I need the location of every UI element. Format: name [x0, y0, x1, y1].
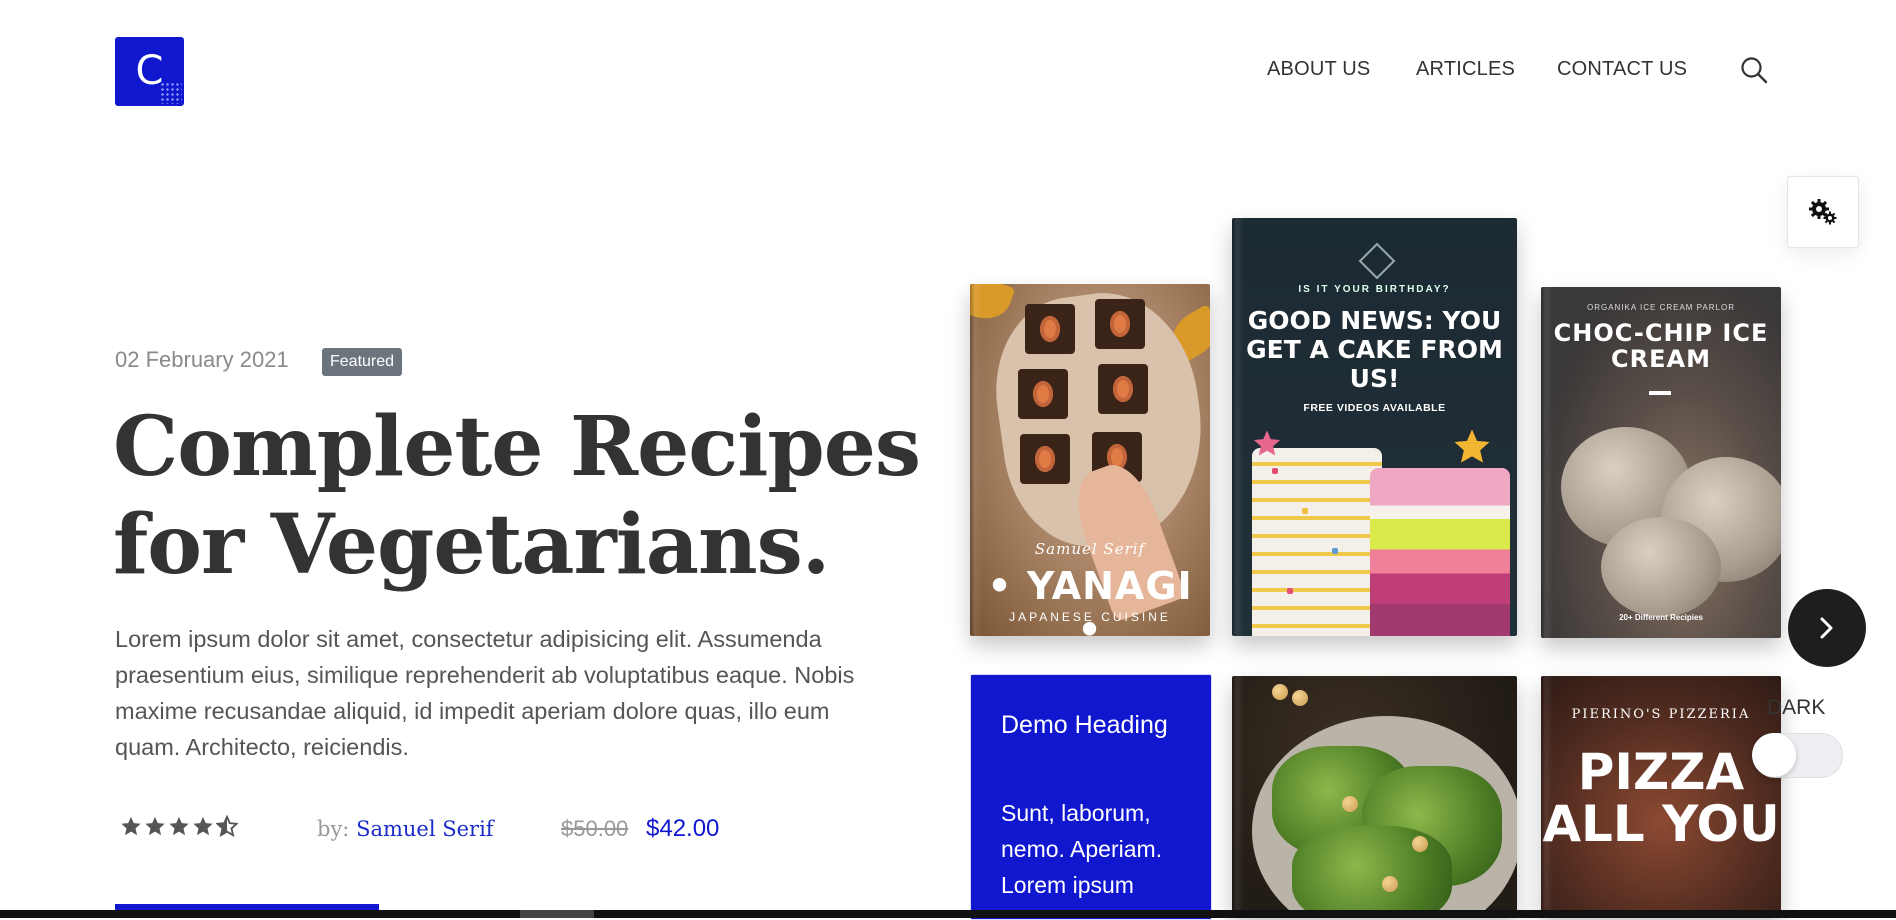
dark-mode-toggle[interactable]	[1752, 733, 1843, 778]
brownie-image	[1018, 369, 1068, 419]
book-kicker: PIERINO'S PIZZERIA	[1571, 707, 1751, 722]
star-half-icon	[216, 815, 238, 837]
star-decoration-icon	[1253, 430, 1281, 456]
title-divider	[1649, 391, 1671, 395]
old-price: $50.00	[561, 816, 629, 841]
book-kicker: ORGANIKA ICE CREAM PARLOR	[1587, 303, 1735, 312]
book-title-text: YANAGI	[1026, 564, 1193, 608]
brownie-image	[1020, 434, 1070, 484]
book-spine	[1232, 218, 1244, 636]
chevron-right-icon	[1820, 617, 1833, 639]
logo-dots	[160, 82, 182, 104]
sprinkle	[1302, 508, 1308, 514]
featured-badge: Featured	[322, 348, 403, 376]
brownie-image	[1095, 299, 1145, 349]
star-icon	[121, 816, 141, 836]
sprinkle	[1332, 548, 1338, 554]
book-footer: 20+ Different Recipies	[1619, 613, 1703, 622]
book-subtitle: FREE VIDEOS AVAILABLE	[1303, 402, 1446, 414]
demo-card[interactable]: Demo Heading Sunt, laborum, nemo. Aperia…	[970, 674, 1212, 920]
cake-image	[1252, 448, 1382, 636]
book-title: PIZZA ALL YOU	[1542, 743, 1780, 853]
book-title: • YANAGI •	[987, 564, 1193, 636]
search-icon	[1741, 57, 1768, 84]
title-line-2: for Vegetarians.	[113, 497, 830, 593]
book-spine	[1541, 287, 1553, 638]
cake-emblem-icon	[1358, 242, 1396, 280]
book-cover-yanagi[interactable]: Samuel Serif • YANAGI • JAPANESE CUISINE	[970, 284, 1210, 636]
book-cover-salad[interactable]	[1232, 676, 1517, 918]
scrollbar-thumb[interactable]	[520, 910, 594, 918]
nav-about-us[interactable]: ABOUT US	[1267, 58, 1370, 81]
rating-stars	[120, 815, 238, 845]
star-icon	[193, 816, 213, 836]
carousel-next-button[interactable]	[1788, 589, 1866, 667]
book-cover-pizza[interactable]: PIERINO'S PIZZERIA PIZZA ALL YOU	[1541, 676, 1781, 918]
lead-paragraph: Lorem ipsum dolor sit amet, consectetur …	[115, 626, 855, 760]
star-decoration-icon	[1454, 429, 1490, 463]
post-date: 02 February 2021	[115, 347, 289, 372]
chickpea	[1412, 836, 1428, 852]
nav-articles[interactable]: ARTICLES	[1416, 58, 1515, 81]
ice-cream-scoop-image	[1601, 517, 1721, 617]
brand-logo[interactable]: C	[115, 37, 184, 106]
brownie-image	[1098, 364, 1148, 414]
chickpea	[1382, 876, 1398, 892]
book-subtitle: JAPANESE CUISINE	[1009, 610, 1171, 624]
chickpea	[1292, 690, 1308, 706]
gears-icon	[1809, 199, 1837, 225]
toggle-knob[interactable]	[1752, 733, 1796, 777]
book-kicker: IS IT YOUR BIRTHDAY?	[1298, 284, 1451, 295]
page-title: Complete Recipes for Vegetarians.	[113, 398, 921, 594]
book-cover-icecream[interactable]: ORGANIKA ICE CREAM PARLOR CHOC-CHIP ICE …	[1541, 287, 1781, 638]
book-spine	[1541, 676, 1553, 918]
current-price: $42.00	[646, 815, 720, 842]
book-spine	[1232, 676, 1244, 918]
book-cover-cake[interactable]: IS IT YOUR BIRTHDAY? GOOD NEWS: YOU GET …	[1232, 218, 1517, 636]
settings-button[interactable]	[1787, 176, 1859, 248]
chickpea	[1272, 684, 1288, 700]
star-icon	[145, 816, 165, 836]
sprinkle	[1287, 588, 1293, 594]
chickpea	[1342, 796, 1358, 812]
book-title: CHOC-CHIP ICE CREAM	[1553, 319, 1769, 373]
dark-mode-label: DARK	[1767, 696, 1826, 719]
horizontal-scrollbar[interactable]	[0, 910, 1896, 918]
title-line-1: Complete Recipes	[113, 399, 921, 495]
sprinkle	[1272, 468, 1278, 474]
star-icon	[169, 816, 189, 836]
cake-image	[1370, 468, 1510, 636]
author-byline: by: Samuel Serif	[317, 817, 494, 841]
search-button[interactable]	[1740, 56, 1770, 86]
nav-contact-us[interactable]: CONTACT US	[1557, 58, 1687, 81]
author-prefix: by:	[317, 817, 350, 841]
kale-image	[1292, 826, 1452, 918]
brownie-image	[1025, 304, 1075, 354]
book-author: Samuel Serif	[1034, 540, 1146, 558]
author-link[interactable]: Samuel Serif	[356, 817, 494, 841]
demo-heading: Demo Heading	[1001, 711, 1168, 739]
demo-text: Sunt, laborum, nemo. Aperiam. Lorem ipsu…	[1001, 800, 1163, 898]
book-title: GOOD NEWS: YOU GET A CAKE FROM US!	[1246, 306, 1503, 393]
